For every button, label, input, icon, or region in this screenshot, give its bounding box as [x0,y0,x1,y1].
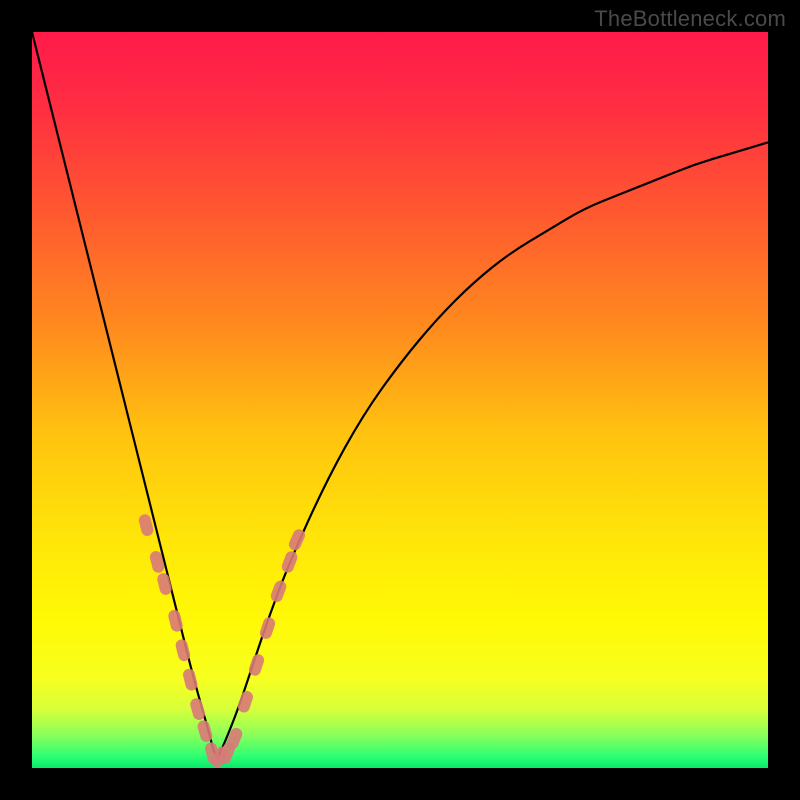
watermark-text: TheBottleneck.com [594,6,786,32]
marker-point [280,550,299,575]
marker-group [138,513,307,768]
marker-point [167,609,184,633]
marker-point [138,513,155,537]
marker-point [182,668,199,692]
chart-frame: TheBottleneck.com [0,0,800,800]
marker-point [269,579,288,604]
marker-point [236,689,254,714]
plot-area [32,32,768,768]
marker-point [174,638,191,662]
marker-point [156,572,173,596]
curve-layer [32,32,768,768]
bottleneck-curve [32,32,768,756]
